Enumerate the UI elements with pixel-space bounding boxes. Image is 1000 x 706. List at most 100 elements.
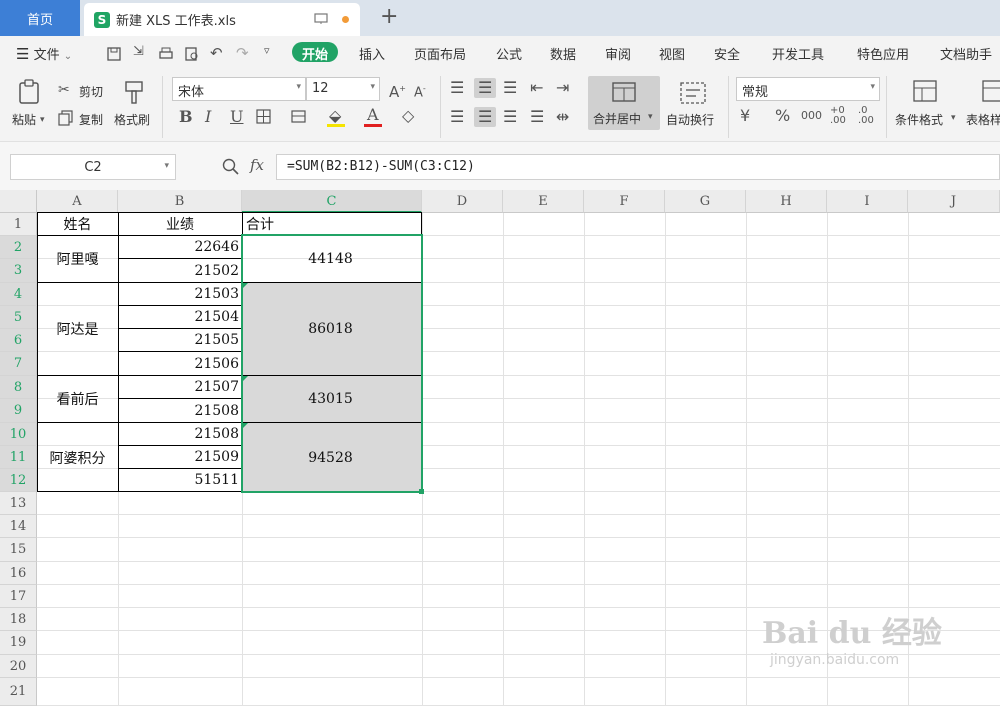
menu-tab-security[interactable]: 安全 [714,44,740,64]
home-tab[interactable]: 首页 [0,0,80,36]
menu-tab-doc-helper[interactable]: 文档助手 [940,44,992,64]
format-painter-button[interactable]: 格式刷 [114,111,150,128]
wrap-text-icon[interactable] [680,82,706,104]
insert-function-button[interactable]: fx [250,156,264,174]
number-format-select[interactable]: 常规 ▾ [736,77,880,101]
conditional-format-button[interactable]: 条件格式 [895,111,943,128]
scissors-icon[interactable]: ✂ [58,82,70,98]
menu-tab-data[interactable]: 数据 [550,44,576,64]
column-header-i[interactable]: I [827,190,908,213]
more-chevron-icon[interactable]: ▿ [264,44,270,64]
row-gridline [37,584,1000,585]
chevron-down-icon: ▾ [870,82,875,92]
column-header-g[interactable]: G [665,190,746,213]
save-icon[interactable] [106,46,122,62]
undo-icon[interactable]: ↶ [210,44,223,64]
wrap-text-button[interactable]: 自动换行 [666,111,714,128]
percent-icon[interactable]: % [775,108,790,124]
baidu-watermark-url: jingyan.baidu.com [770,652,900,668]
copy-icon[interactable] [58,110,74,126]
ribbon-divider [886,76,887,138]
print-preview-icon[interactable] [184,46,200,62]
row-header-19[interactable]: 19 [0,631,37,655]
table-style-icon[interactable] [982,80,1000,104]
conditional-format-icon[interactable] [913,80,939,104]
row-header-21[interactable]: 21 [0,678,37,706]
print-icon[interactable] [158,46,174,62]
font-size-select[interactable]: 12 ▾ [306,77,380,101]
column-header-h[interactable]: H [746,190,827,213]
zoom-lookup-icon[interactable] [222,158,240,176]
menu-tab-review[interactable]: 审阅 [605,44,631,64]
row-header-15[interactable]: 15 [0,538,37,562]
menu-tab-developer[interactable]: 开发工具 [772,44,824,64]
border-icon[interactable] [256,109,272,125]
increase-decimal-icon[interactable]: +0.00 [830,106,846,126]
file-menu[interactable]: ☰ 文件 ⌄ [16,44,72,64]
chevron-down-icon: ▾ [296,82,301,92]
paste-dropdown-icon[interactable]: ▾ [40,112,45,128]
new-tab-button[interactable]: + [380,4,398,29]
menu-tab-view[interactable]: 视图 [659,44,685,64]
align-left-icon[interactable]: ☰ [450,109,464,125]
indent-increase-icon[interactable]: ⇥ [556,80,569,96]
row-header-18[interactable]: 18 [0,608,37,631]
italic-icon[interactable]: I [205,109,211,125]
unsaved-dot-icon [342,16,349,23]
name-box[interactable]: C2 ▾ [10,154,176,180]
paste-button[interactable]: 粘贴 [12,111,36,128]
justify-icon[interactable]: ☰ [530,109,544,125]
fill-color-icon[interactable]: ⬙ [329,108,341,124]
font-color-icon[interactable]: A [367,107,379,123]
decrease-font-icon[interactable]: A- [414,81,426,101]
increase-font-icon[interactable]: A+ [389,81,406,100]
align-top-icon[interactable]: ☰ [450,80,464,96]
paste-icon[interactable] [17,78,43,106]
row-header-20[interactable]: 20 [0,655,37,678]
currency-icon[interactable]: ¥ [740,108,750,124]
menu-tab-page-layout[interactable]: 页面布局 [414,44,466,64]
redo-icon[interactable]: ↷ [236,44,249,64]
menu-tab-home[interactable]: 开始 [292,42,339,63]
row-header-16[interactable]: 16 [0,562,37,585]
merge-center-label: 合并居中 [593,112,642,126]
merge-center-button[interactable]: 合并居中 ▾ [588,76,660,130]
align-bottom-icon[interactable]: ☰ [503,80,517,96]
formula-input[interactable]: =SUM(B2:B12)-SUM(C3:C12) [276,154,1000,180]
merge-cells-icon [612,82,636,102]
align-right-icon[interactable]: ☰ [503,109,517,125]
indent-decrease-icon[interactable]: ⇤ [530,80,543,96]
cut-button[interactable]: 剪切 [79,83,103,100]
bold-icon[interactable]: B [179,109,193,125]
column-header-f[interactable]: F [584,190,665,213]
table-style-button[interactable]: 表格样 [966,111,1000,128]
column-header-e[interactable]: E [503,190,584,213]
distributed-align-icon[interactable]: ⇹ [556,109,569,125]
column-header-d[interactable]: D [422,190,503,213]
align-middle-icon[interactable]: ☰ [474,78,497,98]
row-header-17[interactable]: 17 [0,585,37,608]
menu-tab-features[interactable]: 特色应用 [857,44,909,64]
output-icon[interactable]: ⇲ [133,44,144,64]
font-name-select[interactable]: 宋体 ▾ [172,77,306,101]
file-tab[interactable]: S 新建 XLS 工作表.xls [84,3,360,36]
hamburger-icon: ☰ [16,45,30,63]
align-center-icon[interactable]: ☰ [474,107,497,127]
decrease-decimal-icon[interactable]: .0.00 [858,106,874,126]
chevron-down-icon: ▾ [648,112,653,122]
thousands-icon[interactable]: 000 [801,108,822,124]
spreadsheet-grid: A B C D E F G H I J 1 2 3 4 5 6 7 8 9 10 11 12 13 14 1… [0,190,1000,706]
eraser-icon[interactable]: ◇ [402,108,414,124]
monitor-icon[interactable] [314,13,328,25]
table-borders [37,212,424,494]
chevron-down-icon: ⌄ [63,51,73,62]
copy-button[interactable]: 复制 [79,111,103,128]
format-painter-icon[interactable] [122,80,146,106]
row-header-14[interactable]: 14 [0,515,37,538]
menu-tab-formulas[interactable]: 公式 [496,44,522,64]
menu-tab-insert[interactable]: 插入 [359,44,385,64]
fill-pattern-icon[interactable] [291,109,307,125]
column-header-j[interactable]: J [908,190,1000,213]
underline-icon[interactable]: U [230,109,243,125]
row-gridline [37,514,1000,515]
